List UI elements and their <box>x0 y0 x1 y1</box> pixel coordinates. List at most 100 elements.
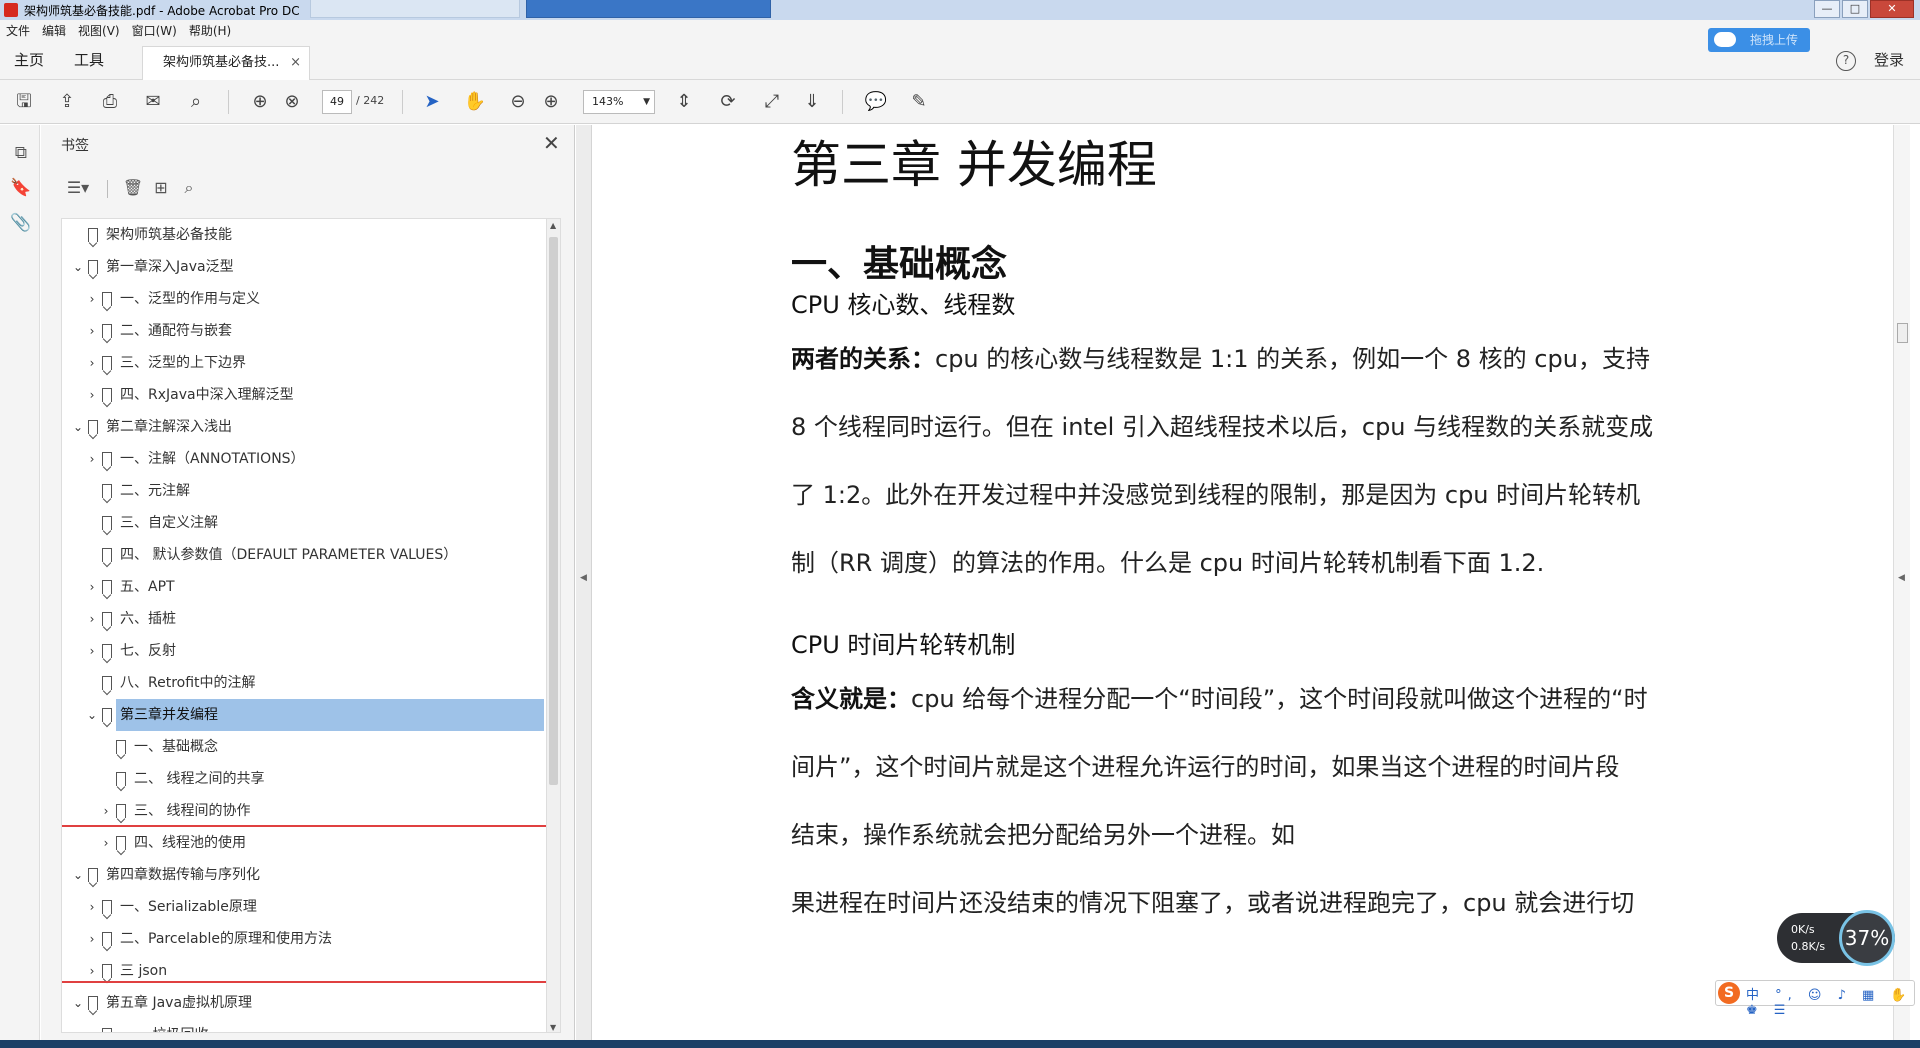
chevron-down-icon[interactable]: ⌄ <box>72 987 84 1019</box>
chevron-right-icon[interactable]: › <box>100 795 112 827</box>
chevron-right-icon[interactable]: › <box>100 827 112 859</box>
close-panel-icon[interactable]: ✕ <box>543 131 560 155</box>
login-link[interactable]: 登录 <box>1874 49 1904 70</box>
highlight-pen-icon[interactable]: ✎ <box>907 90 931 114</box>
bookmark-item[interactable]: › 一、注解（ANNOTATIONS） <box>62 443 546 475</box>
tab-home[interactable]: 主页 <box>14 40 44 80</box>
zoom-select[interactable]: 143% ▼ <box>583 90 655 114</box>
zoom-out-icon[interactable]: ⊖ <box>506 90 530 114</box>
chevron-right-icon[interactable]: › <box>86 923 98 955</box>
menu-file[interactable]: 文件 <box>6 22 30 39</box>
chevron-down-icon[interactable]: ⌄ <box>72 411 84 443</box>
document-scroll-thumb[interactable] <box>1897 323 1908 343</box>
collapse-arrow-icon[interactable]: ◀ <box>580 573 587 583</box>
print-icon[interactable]: ⎙ <box>98 90 122 114</box>
chevron-right-icon[interactable]: › <box>86 891 98 923</box>
bookmark-item[interactable]: › 一、Serializable原理 <box>62 891 546 923</box>
bookmark-item[interactable]: ⌄ 第四章数据传输与序列化 <box>62 859 546 891</box>
page-thumbnails-icon[interactable]: ⧉ <box>10 142 32 164</box>
rotate-view-icon[interactable]: ⟳ <box>716 90 740 114</box>
bookmark-item[interactable]: › 二、通配符与嵌套 <box>62 315 546 347</box>
find-bookmark-icon[interactable]: ⌕ <box>177 176 201 200</box>
close-window-button[interactable]: ✕ <box>1870 0 1914 18</box>
bookmark-item[interactable]: 一、基础概念 <box>62 731 546 763</box>
close-tab-icon[interactable]: × <box>290 47 301 79</box>
attachment-icon[interactable]: 📎 <box>10 212 32 234</box>
bookmark-item[interactable]: › 三、 线程间的协作 <box>62 795 546 827</box>
bookmark-item[interactable]: › 三、泛型的上下边界 <box>62 347 546 379</box>
scrollbar-thumb[interactable] <box>549 237 558 785</box>
hand-tool-icon[interactable]: ✋ <box>463 90 487 114</box>
chevron-right-icon[interactable]: › <box>86 443 98 475</box>
bookmark-icon[interactable]: 🔖 <box>10 177 32 199</box>
help-icon[interactable]: ? <box>1836 51 1856 71</box>
bookmark-icon <box>88 996 98 1010</box>
bookmark-item[interactable]: ⌄ 第三章并发编程 <box>62 699 546 731</box>
chevron-right-icon[interactable]: › <box>86 1019 98 1032</box>
minimize-button[interactable]: — <box>1814 0 1840 18</box>
baidu-upload-button[interactable]: 拖拽上传 <box>1708 28 1810 52</box>
comment-icon[interactable]: 💬 <box>864 90 888 114</box>
menu-bar: 文件 编辑 视图(V) 窗口(W) 帮助(H) <box>0 20 1920 40</box>
bookmark-item[interactable]: 架构师筑基必备技能 <box>62 219 546 251</box>
bookmark-item[interactable]: 二、 线程之间的共享 <box>62 763 546 795</box>
panel-splitter[interactable]: ◀ <box>576 125 592 1040</box>
previous-page-icon[interactable]: ⊕ <box>248 90 272 114</box>
upload-cloud-icon[interactable]: ⇪ <box>55 90 79 114</box>
maximize-button[interactable]: □ <box>1842 0 1868 18</box>
new-bookmark-icon[interactable]: ⊞ <box>149 176 173 200</box>
bookmark-item[interactable]: › 五、APT <box>62 571 546 603</box>
tab-tools[interactable]: 工具 <box>74 40 104 80</box>
bookmark-item[interactable]: 二、元注解 <box>62 475 546 507</box>
bookmark-item[interactable]: 八、Retrofit中的注解 <box>62 667 546 699</box>
bookmark-item[interactable]: › 三 json <box>62 955 546 987</box>
chevron-right-icon[interactable]: › <box>86 955 98 987</box>
ime-options[interactable]: 中 °, ☺ ♪ ▦ ✋ ♚ ☰ <box>1746 984 1914 1018</box>
bookmark-item[interactable]: › 六、插桩 <box>62 603 546 635</box>
document-scrollbar[interactable]: ◀ <box>1893 125 1910 1040</box>
menu-help[interactable]: 帮助(H) <box>189 22 231 39</box>
bookmark-item[interactable]: ⌄ 第一章深入Java泛型 <box>62 251 546 283</box>
search-icon[interactable]: ⌕ <box>184 90 208 114</box>
scroll-mode-icon[interactable]: ⇓ <box>800 90 824 114</box>
ime-toolbar[interactable]: S 中 °, ☺ ♪ ▦ ✋ ♚ ☰ <box>1715 980 1915 1018</box>
fit-width-icon[interactable]: ⇕ <box>672 90 696 114</box>
para2-line4: 果进程在时间片还没结束的情况下阻塞了，或者说进程跑完了，cpu 就会进行切 <box>791 889 1635 917</box>
bookmark-item[interactable]: › 四、RxJava中深入理解泛型 <box>62 379 546 411</box>
chevron-down-icon[interactable]: ⌄ <box>72 251 84 283</box>
bookmark-item[interactable]: › 一、泛型的作用与定义 <box>62 283 546 315</box>
email-icon[interactable]: ✉ <box>141 90 165 114</box>
next-page-icon[interactable]: ⊗ <box>280 90 304 114</box>
chevron-right-icon[interactable]: › <box>86 283 98 315</box>
bookmark-item[interactable]: ⌄ 第五章 Java虚拟机原理 <box>62 987 546 1019</box>
chevron-right-icon[interactable]: › <box>86 571 98 603</box>
chevron-right-icon[interactable]: › <box>86 347 98 379</box>
bookmark-item[interactable]: › 七、反射 <box>62 635 546 667</box>
delete-bookmark-icon[interactable]: 🗑 <box>121 176 145 200</box>
bookmark-scrollbar[interactable]: ▲ ▼ <box>546 219 560 1032</box>
tab-document[interactable]: 架构师筑基必备技... × <box>142 46 310 80</box>
chevron-right-icon[interactable]: › <box>86 315 98 347</box>
chevron-down-icon[interactable]: ⌄ <box>86 699 98 731</box>
options-menu-icon[interactable]: ☰▾ <box>61 176 95 200</box>
chevron-right-icon[interactable]: › <box>86 379 98 411</box>
fullscreen-icon[interactable]: ⤢ <box>760 90 784 114</box>
chevron-right-icon[interactable]: › <box>86 603 98 635</box>
bookmark-item[interactable]: 四、 默认参数值（DEFAULT PARAMETER VALUES） <box>62 539 546 571</box>
bookmark-item[interactable]: › 四、线程池的使用 <box>62 827 546 859</box>
menu-edit[interactable]: 编辑 <box>42 22 66 39</box>
select-pointer-icon[interactable]: ➤ <box>420 90 444 114</box>
bookmark-item[interactable]: ⌄ 第二章注解深入浅出 <box>62 411 546 443</box>
chevron-down-icon[interactable]: ⌄ <box>72 859 84 891</box>
bookmark-item[interactable]: › 二、Parcelable的原理和使用方法 <box>62 923 546 955</box>
zoom-in-icon[interactable]: ⊕ <box>539 90 563 114</box>
page-number-input[interactable]: 49 <box>322 90 352 114</box>
chevron-right-icon[interactable]: › <box>86 635 98 667</box>
save-icon[interactable]: 🖫 <box>12 90 36 114</box>
right-pane-arrow-icon[interactable]: ◀ <box>1898 573 1905 583</box>
menu-window[interactable]: 窗口(W) <box>132 22 177 39</box>
bookmark-item[interactable]: › 一、 垃圾回收 <box>62 1019 546 1032</box>
bookmark-item[interactable]: 三、自定义注解 <box>62 507 546 539</box>
menu-view[interactable]: 视图(V) <box>78 22 120 39</box>
network-speed-widget[interactable]: 0K/s 0.8K/s 37% <box>1777 910 1895 966</box>
